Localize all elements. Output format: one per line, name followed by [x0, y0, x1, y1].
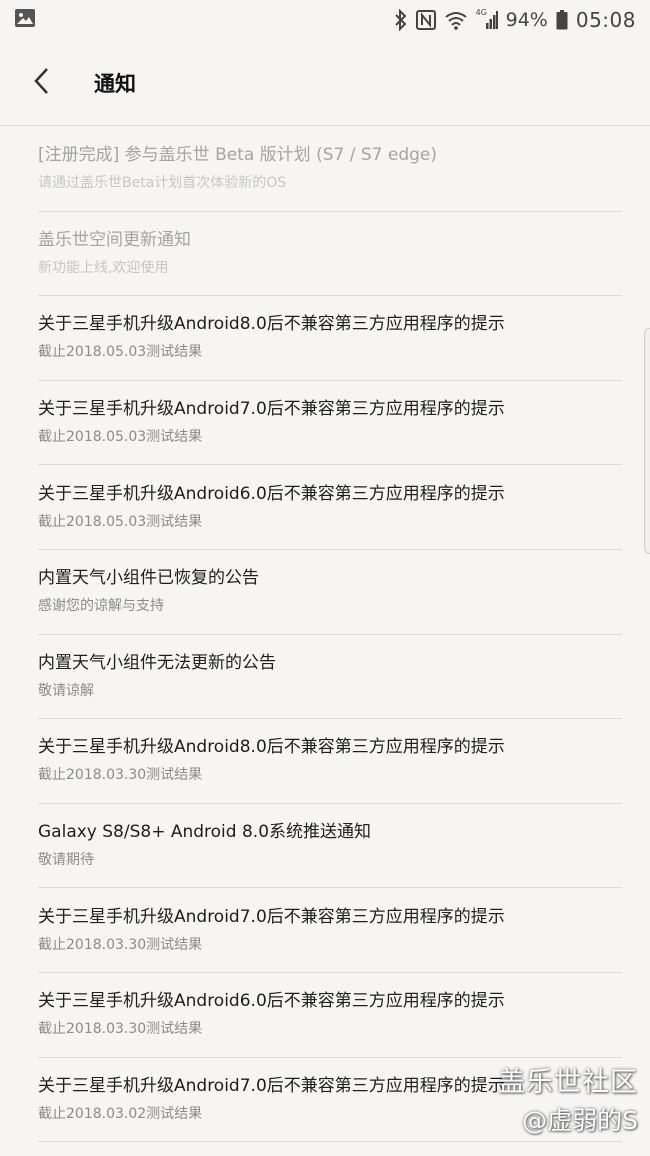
- item-subtitle: 截止2018.03.30测试结果: [38, 936, 203, 953]
- item-subtitle: 新功能上线,欢迎使用: [38, 259, 169, 276]
- item-title: 关于三星手机升级Android7.0后不兼容第三方应用程序的提示: [38, 399, 505, 420]
- item-subtitle: 截止2018.05.03测试结果: [38, 429, 203, 446]
- item-title: 关于三星手机升级Android6.0后不兼容第三方应用程序的提示: [38, 483, 505, 504]
- item-title: 关于三星手机升级Android6.0后不兼容第三方应用程序的提示: [38, 991, 505, 1012]
- clock: 05:08: [575, 8, 636, 32]
- list-item[interactable]: 关于三星手机升级Android8.0后不兼容第三方应用程序的提示 截止2018.…: [38, 719, 622, 804]
- list-item[interactable]: 关于三星手机升级Android6.0后不兼容第三方应用程序的提示 截止2018.…: [38, 465, 622, 550]
- nfc-icon: [415, 10, 436, 30]
- list-item[interactable]: 关于三星手机升级Android8.0后不兼容第三方应用程序的提示 截止2018.…: [38, 296, 622, 381]
- list-item[interactable]: 关于三星手机升级Android7.0后不兼容第三方应用程序的提示 截止2018.…: [38, 381, 622, 466]
- chevron-left-icon: [32, 66, 52, 100]
- signal-icon: 4G: [475, 8, 498, 30]
- item-title: Galaxy S8/S8+ Android 8.0系统推送通知: [38, 822, 372, 843]
- gallery-notification-icon: [14, 8, 36, 32]
- item-subtitle: 截止2018.03.30测试结果: [38, 1021, 203, 1038]
- item-subtitle: 请通过盖乐世Beta计划首次体验新的OS: [38, 175, 287, 192]
- list-item[interactable]: 关于三星手机升级Android6.0后不兼容第三方应用程序的提示 截止2018.…: [38, 973, 622, 1058]
- app-bar: 通知: [0, 40, 650, 126]
- status-bar: 4G 94% 05:08: [0, 0, 650, 40]
- list-item[interactable]: 关于三星手机升级Android7.0后不兼容第三方应用程序的提示 截止2018.…: [38, 888, 622, 973]
- item-subtitle: 敬请期待: [38, 852, 94, 869]
- battery-icon: [556, 10, 568, 30]
- item-subtitle: 敬请谅解: [38, 682, 94, 699]
- page-title: 通知: [94, 71, 136, 96]
- notification-list: [注册完成] 参与盖乐世 Beta 版计划 (S7 / S7 edge) 请通过…: [0, 127, 650, 1143]
- bluetooth-icon: [394, 9, 408, 31]
- item-title: 关于三星手机升级Android8.0后不兼容第三方应用程序的提示: [38, 737, 505, 758]
- item-title: 盖乐世空间更新通知: [38, 229, 191, 250]
- watermark: 盖乐世社区 @虚弱的S: [498, 1064, 638, 1140]
- list-item[interactable]: 盖乐世空间更新通知 新功能上线,欢迎使用: [38, 212, 622, 297]
- list-item[interactable]: 内置天气小组件已恢复的公告 感谢您的谅解与支持: [38, 550, 622, 635]
- item-title: 内置天气小组件无法更新的公告: [38, 652, 276, 673]
- item-title: 内置天气小组件已恢复的公告: [38, 568, 259, 589]
- watermark-line-2: @虚弱的S: [522, 1106, 638, 1135]
- wifi-icon: [444, 10, 468, 30]
- item-title: [注册完成] 参与盖乐世 Beta 版计划 (S7 / S7 edge): [38, 145, 438, 166]
- scroll-indicator[interactable]: [644, 328, 650, 554]
- item-subtitle: 截止2018.05.03测试结果: [38, 513, 203, 530]
- network-type-label: 4G: [475, 8, 487, 17]
- watermark-line-1: 盖乐世社区: [498, 1067, 638, 1098]
- list-item[interactable]: [注册完成] 参与盖乐世 Beta 版计划 (S7 / S7 edge) 请通过…: [38, 127, 622, 212]
- item-subtitle: 截止2018.03.30测试结果: [38, 767, 203, 784]
- item-subtitle: 截止2018.05.03测试结果: [38, 344, 203, 361]
- battery-percent: 94%: [505, 9, 548, 31]
- back-button[interactable]: [12, 53, 72, 113]
- item-subtitle: 感谢您的谅解与支持: [38, 598, 164, 615]
- list-item[interactable]: Galaxy S8/S8+ Android 8.0系统推送通知 敬请期待: [38, 804, 622, 889]
- item-title: 关于三星手机升级Android8.0后不兼容第三方应用程序的提示: [38, 314, 505, 335]
- item-title: 关于三星手机升级Android7.0后不兼容第三方应用程序的提示: [38, 906, 505, 927]
- list-item[interactable]: 内置天气小组件无法更新的公告 敬请谅解: [38, 635, 622, 720]
